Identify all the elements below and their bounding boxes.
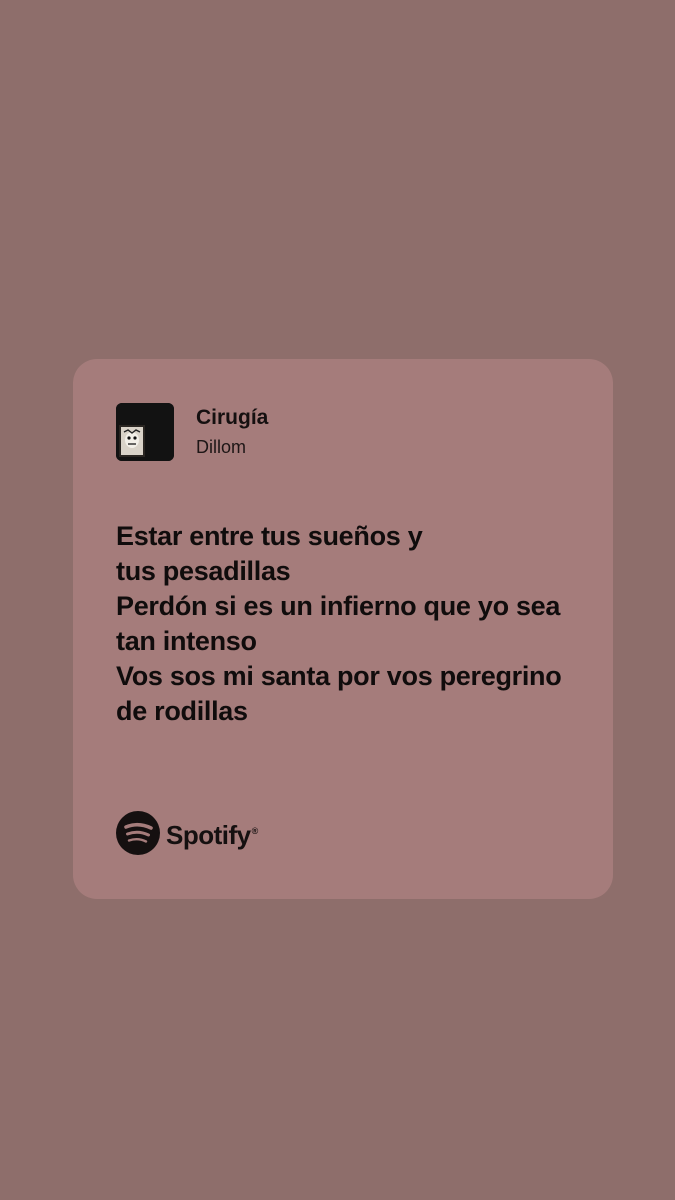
lyric-line: tan intenso bbox=[116, 626, 257, 656]
lyrics-card: Cirugía Dillom Estar entre tus sueños y … bbox=[73, 359, 613, 899]
spotify-brand: Spotify® bbox=[116, 811, 258, 860]
lyrics-block: Estar entre tus sueños y tus pesadillas … bbox=[116, 519, 586, 729]
spotify-logo-icon bbox=[116, 811, 160, 860]
lyric-line: tus pesadillas bbox=[116, 556, 291, 586]
song-header: Cirugía Dillom bbox=[116, 403, 268, 461]
spotify-wordmark: Spotify® bbox=[166, 820, 258, 851]
song-title: Cirugía bbox=[196, 406, 269, 429]
lyric-line: Perdón si es un infierno que yo sea bbox=[116, 591, 561, 621]
lyric-line: Vos sos mi santa por vos peregrino bbox=[116, 661, 562, 691]
brand-name: Spotify bbox=[166, 820, 251, 850]
lyric-line: Estar entre tus sueños y bbox=[116, 521, 423, 551]
lyric-line: de rodillas bbox=[116, 696, 248, 726]
artist-name: Dillom bbox=[196, 437, 247, 457]
album-cover-icon bbox=[116, 403, 174, 461]
trademark-symbol: ® bbox=[251, 826, 259, 837]
